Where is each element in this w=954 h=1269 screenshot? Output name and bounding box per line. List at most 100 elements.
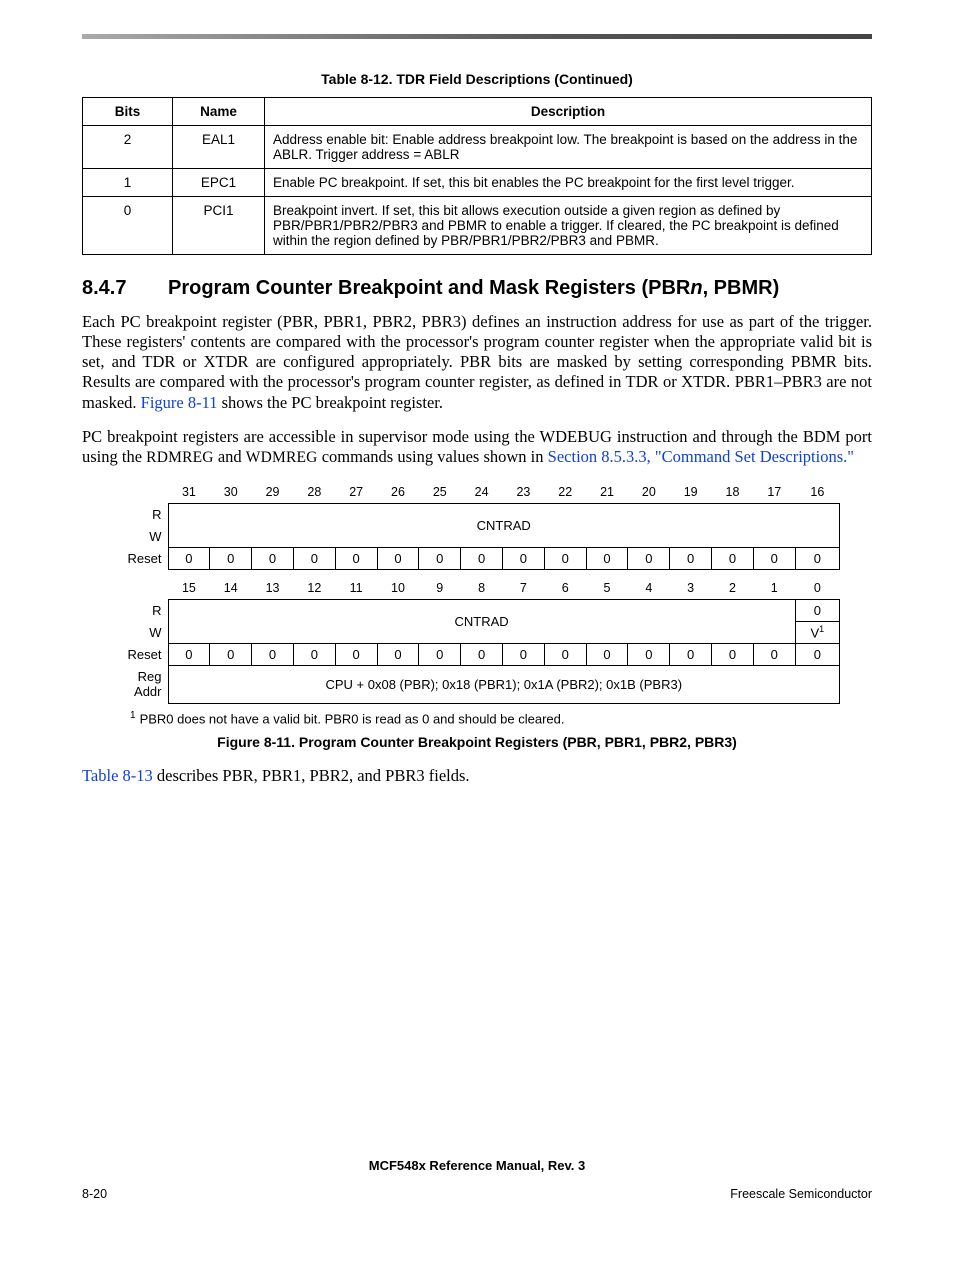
reset-val: 0	[419, 548, 461, 570]
field-bit0-w: V1	[795, 622, 839, 644]
cell-name: PCI1	[173, 197, 265, 255]
section-title-b: , PBMR)	[703, 277, 780, 299]
reset-val: 0	[503, 548, 545, 570]
reset-val: 0	[210, 644, 252, 666]
small-caps: RDMREG	[146, 449, 214, 466]
bitnum: 26	[377, 482, 419, 504]
reset-val: 0	[628, 548, 670, 570]
reset-val: 0	[293, 644, 335, 666]
cell-bits: 2	[83, 126, 173, 169]
reset-val: 0	[377, 644, 419, 666]
row-label-w: W	[114, 526, 168, 548]
field-cntrad: CNTRAD	[168, 504, 840, 548]
table-header-row: Bits Name Description	[83, 98, 872, 126]
regaddr-value: CPU + 0x08 (PBR); 0x18 (PBR1); 0x1A (PBR…	[168, 666, 840, 704]
bitnum: 27	[335, 482, 377, 504]
reset-val: 0	[586, 644, 628, 666]
cell-name: EAL1	[173, 126, 265, 169]
reset-val: 0	[544, 548, 586, 570]
reg-r-row-high: R CNTRAD	[114, 504, 840, 526]
table-caption: Table 8-12. TDR Field Descriptions (Cont…	[82, 71, 872, 87]
bitnum: 16	[795, 482, 839, 504]
reset-val: 0	[419, 644, 461, 666]
cell-bits: 0	[83, 197, 173, 255]
xref-link[interactable]: Section 8.5.3.3, "Command Set Descriptio…	[548, 447, 854, 466]
cell-desc: Address enable bit: Enable address break…	[265, 126, 872, 169]
row-label-w: W	[114, 622, 168, 644]
xref-link[interactable]: Figure 8-11	[141, 393, 218, 412]
row-label-r: R	[114, 600, 168, 622]
th-bits: Bits	[83, 98, 173, 126]
th-desc: Description	[265, 98, 872, 126]
section-heading: 8.4.7Program Counter Breakpoint and Mask…	[82, 277, 872, 300]
footer-center: MCF548x Reference Manual, Rev. 3	[82, 1158, 872, 1173]
bitnum: 29	[252, 482, 294, 504]
bitnum: 4	[628, 578, 670, 600]
field-bit0-r: 0	[795, 600, 839, 622]
body-paragraph: Table 8-13 describes PBR, PBR1, PBR2, an…	[82, 766, 872, 786]
field-cntrad: CNTRAD	[168, 600, 795, 644]
bitnum: 20	[628, 482, 670, 504]
cell-desc: Breakpoint invert. If set, this bit allo…	[265, 197, 872, 255]
small-caps: WDMREG	[246, 449, 318, 466]
reset-val: 0	[712, 548, 754, 570]
bitnum: 17	[753, 482, 795, 504]
para-text: commands using values shown in	[318, 447, 548, 466]
bitnum: 0	[795, 578, 839, 600]
reset-val: 0	[168, 644, 210, 666]
reset-val: 0	[252, 548, 294, 570]
reset-val: 0	[628, 644, 670, 666]
bitnum: 6	[544, 578, 586, 600]
bitnum: 3	[670, 578, 712, 600]
reset-val: 0	[377, 548, 419, 570]
table-row: 0 PCI1 Breakpoint invert. If set, this b…	[83, 197, 872, 255]
bitnum: 15	[168, 578, 210, 600]
reset-val: 0	[461, 548, 503, 570]
para-text: describes PBR, PBR1, PBR2, and PBR3 fiel…	[153, 766, 470, 785]
bitnum: 24	[461, 482, 503, 504]
reset-val: 0	[795, 548, 839, 570]
page-content: Table 8-12. TDR Field Descriptions (Cont…	[82, 39, 872, 787]
fields-table: Bits Name Description 2 EAL1 Address ena…	[82, 97, 872, 255]
reset-val: 0	[168, 548, 210, 570]
bitnum: 9	[419, 578, 461, 600]
bitnum: 11	[335, 578, 377, 600]
reset-val: 0	[335, 548, 377, 570]
bitnum-row-high: 31 30 29 28 27 26 25 24 23 22 21 20 19 1…	[114, 482, 840, 504]
footer-company: Freescale Semiconductor	[730, 1187, 872, 1201]
para-text: and	[214, 447, 246, 466]
bitnum: 2	[712, 578, 754, 600]
row-label-reset: Reset	[114, 644, 168, 666]
footnote-num: 1	[130, 710, 136, 721]
bitnum: 12	[293, 578, 335, 600]
bitnum: 10	[377, 578, 419, 600]
reset-val: 0	[795, 644, 839, 666]
row-label-regaddr: RegAddr	[114, 666, 168, 704]
body-paragraph: Each PC breakpoint register (PBR, PBR1, …	[82, 312, 872, 413]
bitnum: 21	[586, 482, 628, 504]
bitnum: 19	[670, 482, 712, 504]
footnote-text: PBR0 does not have a valid bit. PBR0 is …	[140, 711, 565, 726]
table-row: 1 EPC1 Enable PC breakpoint. If set, thi…	[83, 169, 872, 197]
reset-val: 0	[293, 548, 335, 570]
bitnum: 5	[586, 578, 628, 600]
para-text: shows the PC breakpoint register.	[218, 393, 443, 412]
page-number: 8-20	[82, 1187, 107, 1201]
xref-link[interactable]: Table 8-13	[82, 766, 153, 785]
row-label-reset: Reset	[114, 548, 168, 570]
cell-desc: Enable PC breakpoint. If set, this bit e…	[265, 169, 872, 197]
figure-caption: Figure 8-11. Program Counter Breakpoint …	[82, 734, 872, 750]
cell-name: EPC1	[173, 169, 265, 197]
bitnum: 30	[210, 482, 252, 504]
reset-val: 0	[753, 644, 795, 666]
reset-val: 0	[670, 548, 712, 570]
reg-reset-row-high: Reset 0 0 0 0 0 0 0 0 0 0 0 0 0 0 0 0	[114, 548, 840, 570]
bitnum-row-low: 15 14 13 12 11 10 9 8 7 6 5 4 3 2 1 0	[114, 578, 840, 600]
bitnum: 31	[168, 482, 210, 504]
bitnum: 23	[503, 482, 545, 504]
table-row: 2 EAL1 Address enable bit: Enable addres…	[83, 126, 872, 169]
v-sup: 1	[819, 624, 824, 634]
register-diagram: 31 30 29 28 27 26 25 24 23 22 21 20 19 1…	[114, 482, 840, 705]
bitnum: 25	[419, 482, 461, 504]
reset-val: 0	[670, 644, 712, 666]
